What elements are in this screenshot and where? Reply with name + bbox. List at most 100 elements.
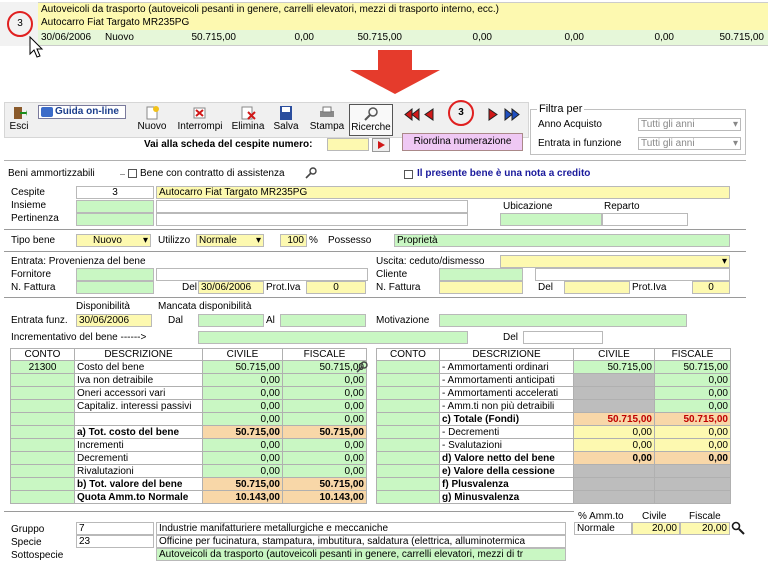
cliente-code-field[interactable] — [439, 268, 523, 281]
nuovo-button[interactable]: Nuovo — [134, 104, 170, 136]
nav-prev-icon[interactable] — [424, 108, 434, 121]
search-icon[interactable] — [731, 521, 745, 535]
specie-code-field[interactable]: 23 — [76, 535, 154, 548]
nav-first-icon[interactable] — [404, 108, 420, 121]
search-icon[interactable] — [356, 361, 368, 373]
ricerche-button[interactable]: Ricerche — [349, 104, 393, 136]
cell-civile[interactable]: 0,00 — [202, 399, 283, 413]
cell-civile[interactable]: 50.715,00 — [573, 412, 655, 426]
table-row[interactable]: Quota Amm.to Normale 10.143,00 10.143,00 — [10, 490, 367, 504]
cell-conto[interactable]: 21300 — [10, 360, 75, 374]
grid-row-title[interactable]: Autocarro Fiat Targato MR235PG — [0, 16, 768, 30]
cell-conto[interactable] — [10, 438, 75, 452]
cell-conto[interactable] — [10, 464, 75, 478]
cell-civile[interactable]: 0,00 — [202, 451, 283, 465]
table-row[interactable]: Oneri accessori vari 0,00 0,00 — [10, 386, 367, 400]
del-incr-field[interactable] — [523, 331, 603, 344]
nav-last-icon[interactable] — [504, 108, 520, 121]
possesso-field[interactable]: Proprietà — [394, 234, 730, 247]
cell-fiscale[interactable]: 0,00 — [282, 438, 367, 452]
search-icon[interactable] — [305, 167, 317, 179]
table-row[interactable]: Iva non detraibile 0,00 0,00 — [10, 373, 367, 387]
cell-conto[interactable] — [10, 412, 75, 426]
cell-conto[interactable] — [10, 399, 75, 413]
cespite-number-field[interactable]: 3 — [76, 186, 154, 199]
cliente-name-field[interactable] — [535, 268, 730, 281]
cell-conto[interactable] — [376, 425, 440, 439]
cell-conto[interactable] — [376, 399, 440, 413]
cell-fiscale[interactable]: 0,00 — [282, 386, 367, 400]
dal-field[interactable] — [198, 314, 264, 327]
cell-civile[interactable]: 0,00 — [573, 438, 655, 452]
pertinenza-code-field[interactable] — [76, 213, 154, 226]
cell-civile[interactable]: 0,00 — [573, 451, 655, 465]
table-row[interactable]: - Ammortamenti anticipati 0,00 — [376, 373, 731, 387]
interrompi-button[interactable]: Interrompi — [172, 104, 228, 136]
insieme-code-field[interactable] — [76, 200, 154, 213]
cell-conto[interactable] — [376, 438, 440, 452]
cell-civile[interactable]: 0,00 — [573, 425, 655, 439]
table-row[interactable]: 21300 Costo del bene 50.715,00 50.715,00 — [10, 360, 367, 374]
cell-civile[interactable] — [573, 464, 655, 478]
cell-fiscale[interactable]: 50.715,00 — [282, 477, 367, 491]
uscita-select[interactable]: ▾ — [500, 255, 730, 268]
prot-entrata-field[interactable]: 0 — [306, 281, 366, 294]
ubicazione-field[interactable] — [500, 213, 602, 226]
cell-fiscale[interactable]: 0,00 — [282, 451, 367, 465]
fattura-entrata-field[interactable] — [76, 281, 154, 294]
cell-fiscale[interactable] — [654, 464, 731, 478]
anno-select[interactable]: Tutti gli anni ▾ — [638, 118, 741, 131]
cell-conto[interactable] — [10, 373, 75, 387]
cell-conto[interactable] — [10, 425, 75, 439]
vai-go-icon[interactable] — [372, 138, 390, 152]
cell-fiscale[interactable]: 50.715,00 — [282, 360, 367, 374]
cespite-description-field[interactable]: Autocarro Fiat Targato MR235PG — [156, 186, 730, 199]
incrementativo-field[interactable] — [198, 331, 468, 344]
cell-conto[interactable] — [376, 373, 440, 387]
cell-civile[interactable] — [573, 386, 655, 400]
table-row[interactable]: - Ammortamenti accelerati 0,00 — [376, 386, 731, 400]
cell-civile[interactable] — [573, 490, 655, 504]
nota-credito-checkbox[interactable] — [404, 170, 413, 179]
cell-conto[interactable] — [10, 490, 75, 504]
vai-input[interactable] — [327, 138, 369, 151]
gruppo-code-field[interactable]: 7 — [76, 522, 154, 535]
utilizzo-select[interactable]: Normale ▾ — [196, 234, 264, 247]
cell-conto[interactable] — [376, 451, 440, 465]
amm-type-field[interactable]: Normale — [574, 522, 632, 535]
table-row[interactable]: Incrementi 0,00 0,00 — [10, 438, 367, 452]
table-row[interactable]: Rivalutazioni 0,00 0,00 — [10, 464, 367, 478]
cell-civile[interactable] — [573, 399, 655, 413]
sottospecie-desc-field[interactable]: Autoveicoli da trasporto (autoveicoli pe… — [156, 548, 566, 561]
cell-conto[interactable] — [376, 477, 440, 491]
percentage-field[interactable]: 100 — [280, 234, 307, 247]
cell-fiscale[interactable]: 50.715,00 — [654, 412, 731, 426]
nav-next-icon[interactable] — [488, 108, 498, 121]
cell-fiscale[interactable]: 50.715,00 — [654, 360, 731, 374]
cell-civile[interactable] — [573, 373, 655, 387]
cell-fiscale[interactable]: 0,00 — [282, 412, 367, 426]
amm-civile-field[interactable]: 20,00 — [632, 522, 680, 535]
insieme-desc-field[interactable] — [156, 200, 468, 213]
table-row[interactable]: - Svalutazioni 0,00 0,00 — [376, 438, 731, 452]
table-row[interactable]: g) Minusvalenza — [376, 490, 731, 504]
motivazione-field[interactable] — [439, 314, 687, 327]
cell-civile[interactable]: 50.715,00 — [202, 477, 283, 491]
cell-conto[interactable] — [376, 360, 440, 374]
prot-uscita-field[interactable]: 0 — [692, 281, 730, 294]
pertinenza-desc-field[interactable] — [156, 213, 468, 226]
table-row[interactable]: Decrementi 0,00 0,00 — [10, 451, 367, 465]
cell-fiscale[interactable]: 0,00 — [654, 386, 731, 400]
del-entrata-field[interactable]: 30/06/2006 — [198, 281, 264, 294]
contratto-checkbox[interactable] — [128, 169, 137, 178]
cell-civile[interactable]: 10.143,00 — [202, 490, 283, 504]
table-row[interactable]: a) Tot. costo del bene 50.715,00 50.715,00 — [10, 425, 367, 439]
elimina-button[interactable]: Elimina — [230, 104, 266, 136]
cell-conto[interactable] — [376, 490, 440, 504]
cell-civile[interactable]: 0,00 — [202, 386, 283, 400]
fornitore-code-field[interactable] — [76, 268, 154, 281]
table-row[interactable]: d) Valore netto del bene 0,00 0,00 — [376, 451, 731, 465]
cell-conto[interactable] — [376, 412, 440, 426]
riordina-button[interactable]: Riordina numerazione — [402, 133, 523, 151]
cell-fiscale[interactable]: 0,00 — [282, 399, 367, 413]
